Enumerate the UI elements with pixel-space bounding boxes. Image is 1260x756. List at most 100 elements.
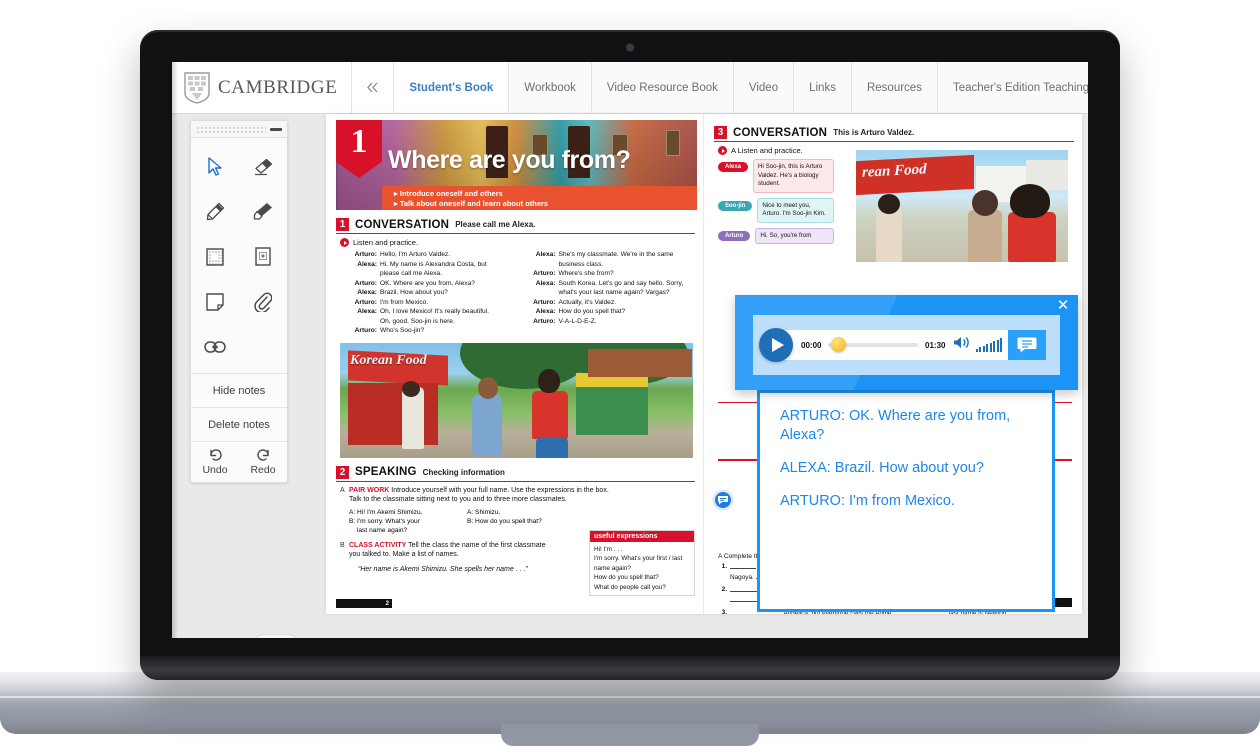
highlighter-icon <box>253 202 273 221</box>
book-page-left: 1 Where are you from? Introduce oneself … <box>326 114 704 614</box>
delete-notes-button[interactable]: Delete notes <box>191 407 287 441</box>
dialog-text: Brazil. How about you? <box>380 288 517 297</box>
answer-blank[interactable] <box>730 562 756 569</box>
play-button[interactable] <box>759 328 793 362</box>
dialog-speaker: Arturo: <box>346 250 380 259</box>
audio-play-icon[interactable] <box>340 238 349 247</box>
tab-video[interactable]: Video <box>734 62 794 113</box>
undo-button[interactable]: Undo <box>191 442 239 482</box>
redo-label: Redo <box>250 464 275 476</box>
link-tool[interactable] <box>191 324 239 369</box>
listen-and-practice-row: Listen and practice. <box>340 238 703 247</box>
section-3-name: CONVERSATION <box>733 127 827 139</box>
section-2-subtitle: Checking information <box>423 468 505 477</box>
stamp-tool[interactable] <box>239 234 287 279</box>
speech-bubble-row: Soo-jin Nice to meet you, Arturo. I'm So… <box>718 198 834 223</box>
menu-button[interactable] <box>254 634 298 638</box>
section-3-header: 3 CONVERSATION This is Arturo Valdez. <box>714 126 1074 142</box>
captions-icon <box>1017 336 1037 354</box>
volume-button[interactable] <box>953 335 971 355</box>
class-activity-tag: CLASS ACTIVITY <box>349 542 406 549</box>
laptop-hinge <box>310 670 950 678</box>
pencil-tool[interactable] <box>191 189 239 234</box>
conversation-column-a: Arturo:Hello, I'm Arturo Valdez. Alexa:H… <box>346 250 517 336</box>
volume-level-bars[interactable] <box>976 338 1003 352</box>
section-1-subtitle: Please call me Alexa. <box>455 220 535 229</box>
cursor-icon <box>207 157 223 176</box>
sticky-note-tool[interactable] <box>191 279 239 324</box>
collapse-nav-button[interactable] <box>352 62 394 113</box>
eraser-tool[interactable] <box>239 144 287 189</box>
brand-logo: CAMBRIDGE <box>172 62 352 113</box>
highlighter-tool[interactable] <box>239 189 287 234</box>
speech-bubble-text: Hi. So, you're from <box>755 228 834 245</box>
close-icon[interactable]: ✕ <box>1055 298 1071 314</box>
palette-minimize-button[interactable] <box>270 128 282 131</box>
grammar-item-number: 3. <box>718 608 727 614</box>
brick-building <box>588 349 692 377</box>
section-1-header: 1 CONVERSATION Please call me Alexa. <box>336 218 695 234</box>
speech-bubble-row: Alexa Hi Soo-jin, this is Arturo Valdez.… <box>718 159 834 193</box>
workspace: Hide notes Delete notes Undo <box>172 114 1088 638</box>
captions-button[interactable] <box>1008 330 1046 360</box>
dialog-line: please call me Alexa. <box>346 269 517 278</box>
audio-player-controls: 00:00 01:30 <box>767 330 1046 360</box>
speech-bubble-row: Arturo Hi. So, you're from <box>718 228 834 245</box>
dialog-line: Oh, good. Soo-jin is here. <box>346 317 517 326</box>
pair-work-tag: PAIR WORK <box>349 487 389 494</box>
volume-icon <box>953 335 971 350</box>
dialog-text: How do you spell that? <box>559 307 696 316</box>
shade-tool[interactable] <box>191 234 239 279</box>
useful-expressions-heading: useful expressions <box>590 531 694 542</box>
tab-video-resource-book[interactable]: Video Resource Book <box>592 62 734 113</box>
useful-line: I'm sorry. What's your first / last <box>594 554 690 564</box>
audio-play-icon[interactable] <box>718 146 727 155</box>
palette-drag-handle[interactable] <box>196 126 266 133</box>
transcript-toggle-badge[interactable] <box>712 489 734 511</box>
tab-links[interactable]: Links <box>794 62 852 113</box>
dialog-text: what's your last name again? Vargas? <box>559 288 696 297</box>
seek-handle[interactable] <box>831 337 846 352</box>
dialog-line: Arturo:V-A-L-D-E-Z. <box>525 317 696 326</box>
transcript-panel: ARTURO: OK. Where are you from, Alexa? A… <box>757 390 1055 612</box>
person-3 <box>532 391 568 439</box>
dialog-line: business class. <box>525 260 696 269</box>
select-cursor-tool[interactable] <box>191 144 239 189</box>
exercise-a-text2: Talk to the classmate sitting next to yo… <box>349 495 567 505</box>
redo-icon <box>256 449 271 461</box>
food-stall-body <box>348 383 438 445</box>
dialog-text: please call me Alexa. <box>380 269 517 278</box>
person-3-head <box>538 369 560 393</box>
pencil-icon <box>206 202 225 221</box>
person-b <box>968 210 1002 262</box>
section-2-header: 2 SPEAKING Checking information <box>336 466 695 482</box>
tab-resources[interactable]: Resources <box>852 62 938 113</box>
hide-notes-button[interactable]: Hide notes <box>191 373 287 407</box>
dialog-text: business class. <box>559 260 696 269</box>
sample-line: A: Shimizu. <box>467 508 575 517</box>
shade-icon <box>206 248 224 266</box>
transcript-line: ALEXA: Brazil. How about you? <box>780 459 1034 478</box>
redo-button[interactable]: Redo <box>239 442 287 482</box>
tab-teachers-edition-teaching-notes[interactable]: Teacher's Edition Teaching Notes <box>938 62 1088 113</box>
dialog-speaker: Arturo: <box>525 317 559 326</box>
grammar-item-number: 2. <box>718 585 727 606</box>
speech-bubble-list: Alexa Hi Soo-jin, this is Arturo Valdez.… <box>718 159 834 244</box>
attachment-tool[interactable] <box>239 279 287 324</box>
street-market-illustration: Korean Food <box>340 343 693 458</box>
exercise-b-text2: you talked to. Make a list of names. <box>349 550 459 560</box>
useful-expressions-box: useful expressions Hi! I'm . . . I'm sor… <box>589 530 695 597</box>
seek-bar[interactable] <box>828 343 918 347</box>
dialog-speaker: Arturo: <box>525 269 559 278</box>
dialog-speaker: Arturo: <box>346 279 380 288</box>
annotation-tool-palette: Hide notes Delete notes Undo <box>190 120 288 483</box>
palette-title-bar[interactable] <box>191 121 287 138</box>
korean-food-banner-text: rean Food <box>862 161 927 181</box>
dialog-speaker <box>525 260 559 269</box>
dialog-line: Arturo:Where's she from? <box>525 269 696 278</box>
tab-students-book[interactable]: Student's Book <box>394 62 509 113</box>
dialog-text: South Korea. Let's go and say hello. Sor… <box>559 279 696 288</box>
dialog-speaker <box>525 288 559 297</box>
green-stall-body <box>576 387 648 435</box>
tab-workbook[interactable]: Workbook <box>509 62 592 113</box>
